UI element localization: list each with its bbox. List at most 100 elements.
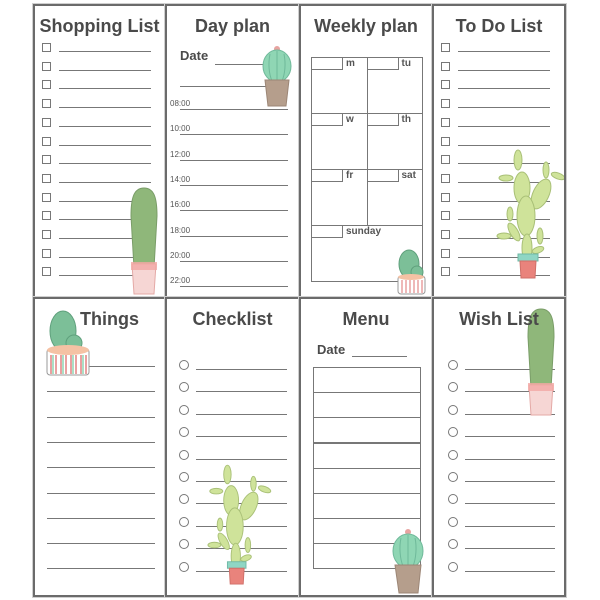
- list-line: [458, 125, 550, 127]
- checkbox[interactable]: [441, 248, 450, 258]
- checkbox[interactable]: [441, 99, 450, 109]
- menu-row[interactable]: [313, 392, 421, 419]
- checkbox[interactable]: [42, 230, 51, 239]
- to-do-list-panel: To Do List: [432, 4, 566, 298]
- date-label: Date: [317, 342, 346, 357]
- checkbox[interactable]: [441, 80, 450, 90]
- list-line: [47, 441, 155, 443]
- menu-row[interactable]: [313, 467, 421, 494]
- radio-circle[interactable]: [179, 494, 189, 505]
- day-label: sat: [401, 170, 416, 181]
- checkbox[interactable]: [42, 192, 51, 202]
- radio-circle[interactable]: [448, 404, 458, 415]
- panel-title: Menu: [342, 309, 390, 329]
- date-label: Date: [180, 48, 209, 63]
- time-line: [180, 134, 288, 136]
- menu-row[interactable]: [313, 442, 421, 469]
- time-line: [180, 109, 288, 110]
- checkbox[interactable]: [42, 80, 51, 90]
- checkbox[interactable]: [441, 43, 450, 52]
- day-date-box[interactable]: [311, 57, 343, 70]
- checkbox[interactable]: [441, 136, 450, 146]
- list-line: [458, 69, 550, 71]
- radio-circle[interactable]: [179, 427, 189, 438]
- radio-circle[interactable]: [448, 427, 458, 438]
- list-line: [47, 568, 155, 570]
- list-line: [465, 436, 555, 438]
- checkbox[interactable]: [441, 155, 450, 165]
- checkbox[interactable]: [42, 43, 51, 52]
- checkbox[interactable]: [42, 173, 51, 183]
- checkbox[interactable]: [441, 117, 450, 127]
- cactus-tall-icon: [130, 187, 158, 295]
- checkbox[interactable]: [441, 211, 450, 221]
- list-line: [59, 144, 151, 146]
- checkbox[interactable]: [441, 267, 450, 277]
- radio-circle[interactable]: [448, 539, 458, 550]
- time-line: [180, 286, 288, 288]
- list-line: [59, 163, 151, 165]
- checkbox[interactable]: [441, 230, 450, 239]
- day-date-box[interactable]: [311, 225, 343, 238]
- checkbox[interactable]: [42, 248, 51, 258]
- day-date-box[interactable]: [366, 113, 399, 126]
- radio-circle[interactable]: [448, 494, 458, 505]
- day-date-box[interactable]: [366, 169, 399, 182]
- list-line: [59, 69, 151, 71]
- checkbox[interactable]: [42, 117, 51, 127]
- list-line: [196, 369, 287, 370]
- checkbox[interactable]: [441, 173, 450, 183]
- radio-circle[interactable]: [179, 449, 189, 460]
- checklist-panel: Checklist: [165, 297, 300, 597]
- day-plan-panel: Day plan Date 08:00 10:00 12:00 14:00 16:00 1…: [165, 4, 300, 298]
- list-line: [59, 107, 151, 109]
- day-label: th: [401, 114, 411, 125]
- list-line: [458, 107, 550, 109]
- radio-circle[interactable]: [179, 404, 189, 415]
- radio-circle[interactable]: [448, 382, 458, 393]
- menu-row[interactable]: [313, 493, 421, 519]
- radio-circle[interactable]: [448, 472, 458, 482]
- time-line: [180, 184, 288, 186]
- list-line: [465, 525, 555, 527]
- radio-circle[interactable]: [448, 449, 458, 460]
- radio-circle[interactable]: [179, 539, 189, 550]
- checkbox[interactable]: [42, 211, 51, 221]
- list-line: [47, 492, 155, 494]
- list-line: [465, 570, 555, 572]
- time-label: 16:00: [170, 200, 191, 210]
- checkbox[interactable]: [42, 136, 51, 146]
- checkbox[interactable]: [441, 61, 450, 71]
- radio-circle[interactable]: [448, 360, 458, 370]
- list-line: [47, 543, 155, 545]
- checkbox[interactable]: [42, 267, 51, 277]
- menu-row[interactable]: [313, 367, 421, 393]
- day-label: sunday: [346, 226, 382, 237]
- checkbox[interactable]: [42, 99, 51, 109]
- time-label: 08:00: [170, 99, 191, 108]
- list-line: [47, 416, 155, 418]
- radio-circle[interactable]: [179, 561, 189, 572]
- day-date-box[interactable]: [366, 57, 399, 70]
- panel-title: To Do List: [455, 16, 543, 36]
- cactus-round-icon: [262, 46, 292, 107]
- list-line: [59, 51, 151, 52]
- radio-circle[interactable]: [448, 561, 458, 572]
- checkbox[interactable]: [42, 155, 51, 165]
- list-line: [196, 391, 287, 393]
- radio-circle[interactable]: [179, 360, 189, 370]
- panel-title: Checklist: [192, 309, 273, 329]
- checkbox[interactable]: [441, 192, 450, 202]
- radio-circle[interactable]: [448, 516, 458, 527]
- cactus-branching-icon: [496, 149, 564, 279]
- day-date-box[interactable]: [311, 169, 343, 182]
- radio-circle[interactable]: [179, 516, 189, 527]
- list-line: [196, 436, 287, 438]
- day-date-box[interactable]: [311, 113, 343, 126]
- time-label: 10:00: [170, 124, 191, 134]
- list-line: [47, 517, 155, 519]
- checkbox[interactable]: [42, 61, 51, 71]
- radio-circle[interactable]: [179, 472, 189, 482]
- menu-row[interactable]: [313, 417, 421, 444]
- radio-circle[interactable]: [179, 382, 189, 393]
